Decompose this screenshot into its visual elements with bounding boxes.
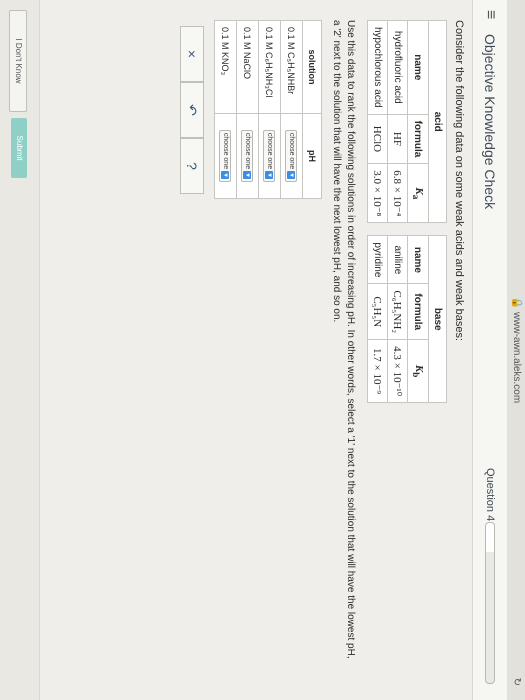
- base-name: aniline: [387, 235, 408, 284]
- question-label: Question 4: [484, 468, 496, 522]
- base-col-kb: Kb: [407, 339, 429, 403]
- clear-button[interactable]: ×: [179, 26, 204, 82]
- dont-know-button[interactable]: I Don't Know: [9, 10, 27, 112]
- help-icon: ?: [183, 162, 200, 170]
- app-header: ≡ Objective Knowledge Check Question 4: [472, 0, 507, 700]
- acid-formula: HF: [387, 114, 408, 164]
- intro-text: Consider the following data on some weak…: [453, 20, 465, 342]
- solution-label: 0.1 M KNO₃: [214, 20, 237, 114]
- acid-ka: 3.0 × 10⁻⁸: [367, 163, 388, 223]
- select-value: choose one: [265, 132, 273, 170]
- chevron-down-icon: ▼: [264, 171, 273, 180]
- url-text: www-awn.aleks.com: [511, 312, 522, 404]
- answer-actions: × ↶ ?: [179, 26, 204, 690]
- base-kb: 1.7 × 10⁻⁹: [367, 339, 388, 403]
- solution-label: 0.1 M C₅H₅NHBr: [280, 20, 303, 114]
- table-row: hypochlorous acid HClO 3.0 × 10⁻⁸: [367, 20, 388, 223]
- acid-col-formula: formula: [407, 114, 429, 164]
- table-row: pyridine C₅H₅N 1.7 × 10⁻⁹: [367, 235, 388, 403]
- base-group-header: base: [428, 235, 447, 403]
- footer: I Don't Know Submit: [0, 0, 40, 700]
- base-col-name: name: [407, 235, 429, 284]
- progress-fill: [486, 523, 494, 552]
- undo-button[interactable]: ↶: [179, 82, 204, 138]
- acid-name: hydrofluoric acid: [387, 20, 408, 115]
- select-value: choose one: [221, 132, 229, 170]
- acid-table: acid name formula Ka hydrofluoric acid H…: [366, 20, 447, 224]
- close-icon: ×: [183, 49, 200, 59]
- solution-label: 0.1 M NaClO: [236, 20, 259, 114]
- table-row: 0.1 M NaClO choose one▼: [236, 20, 259, 199]
- submit-button[interactable]: Submit: [11, 118, 27, 178]
- browser-url-bar[interactable]: 🔒 www-awn.aleks.com ↻: [507, 0, 525, 700]
- base-formula: C₅H₅N: [367, 283, 388, 340]
- base-kb: 4.3 × 10⁻¹⁰: [387, 339, 408, 403]
- base-col-formula: formula: [407, 283, 429, 340]
- undo-icon: ↶: [184, 104, 201, 116]
- ph-rank-select[interactable]: choose one▼: [240, 129, 253, 183]
- table-row: aniline C₆H₅NH₂ 4.3 × 10⁻¹⁰: [387, 235, 408, 403]
- page-title: Objective Knowledge Check: [482, 34, 498, 210]
- table-row: 0.1 M KNO₃ choose one▼: [214, 20, 237, 199]
- acid-col-ka: Ka: [407, 163, 429, 223]
- chevron-down-icon: ▼: [220, 171, 229, 180]
- question-content: Consider the following data on some weak…: [179, 20, 465, 690]
- rank-col-ph: pH: [302, 113, 322, 199]
- lock-icon: 🔒: [511, 296, 522, 310]
- ph-rank-select[interactable]: choose one▼: [284, 129, 297, 183]
- rank-table: solution pH 0.1 M C₅H₅NHBr choose one▼ 0…: [213, 20, 322, 199]
- select-value: choose one: [287, 132, 295, 170]
- base-formula: C₆H₅NH₂: [387, 283, 408, 340]
- progress-bar: [485, 522, 495, 684]
- acid-name: hypochlorous acid: [367, 20, 388, 115]
- chevron-down-icon: ▼: [286, 171, 295, 180]
- chevron-down-icon: ▼: [242, 171, 251, 180]
- acid-ka: 6.8 × 10⁻⁴: [387, 163, 408, 223]
- table-row: 0.1 M C₆H₅NH₃Cl choose one▼: [258, 20, 281, 199]
- acid-group-header: acid: [428, 20, 447, 223]
- reload-icon[interactable]: ↻: [507, 678, 525, 686]
- table-row: hydrofluoric acid HF 6.8 × 10⁻⁴: [387, 20, 408, 223]
- rank-col-solution: solution: [302, 20, 322, 114]
- instruction-text: Use this data to rank the following solu…: [331, 20, 356, 659]
- select-value: choose one: [243, 132, 251, 170]
- acid-formula: HClO: [367, 114, 388, 164]
- acid-col-name: name: [407, 20, 429, 115]
- ph-rank-select[interactable]: choose one▼: [262, 129, 275, 183]
- hamburger-icon[interactable]: ≡: [481, 10, 499, 19]
- screen: 🔒 www-awn.aleks.com ↻ ≡ Objective Knowle…: [0, 0, 525, 700]
- ph-rank-select[interactable]: choose one▼: [218, 129, 231, 183]
- base-table: base name formula Kb aniline C₆H₅NH₂ 4.3…: [366, 235, 447, 404]
- data-tables: acid name formula Ka hydrofluoric acid H…: [366, 20, 447, 690]
- help-button[interactable]: ?: [179, 138, 204, 194]
- table-row: 0.1 M C₅H₅NHBr choose one▼: [280, 20, 303, 199]
- solution-label: 0.1 M C₆H₅NH₃Cl: [258, 20, 281, 114]
- base-name: pyridine: [367, 235, 388, 284]
